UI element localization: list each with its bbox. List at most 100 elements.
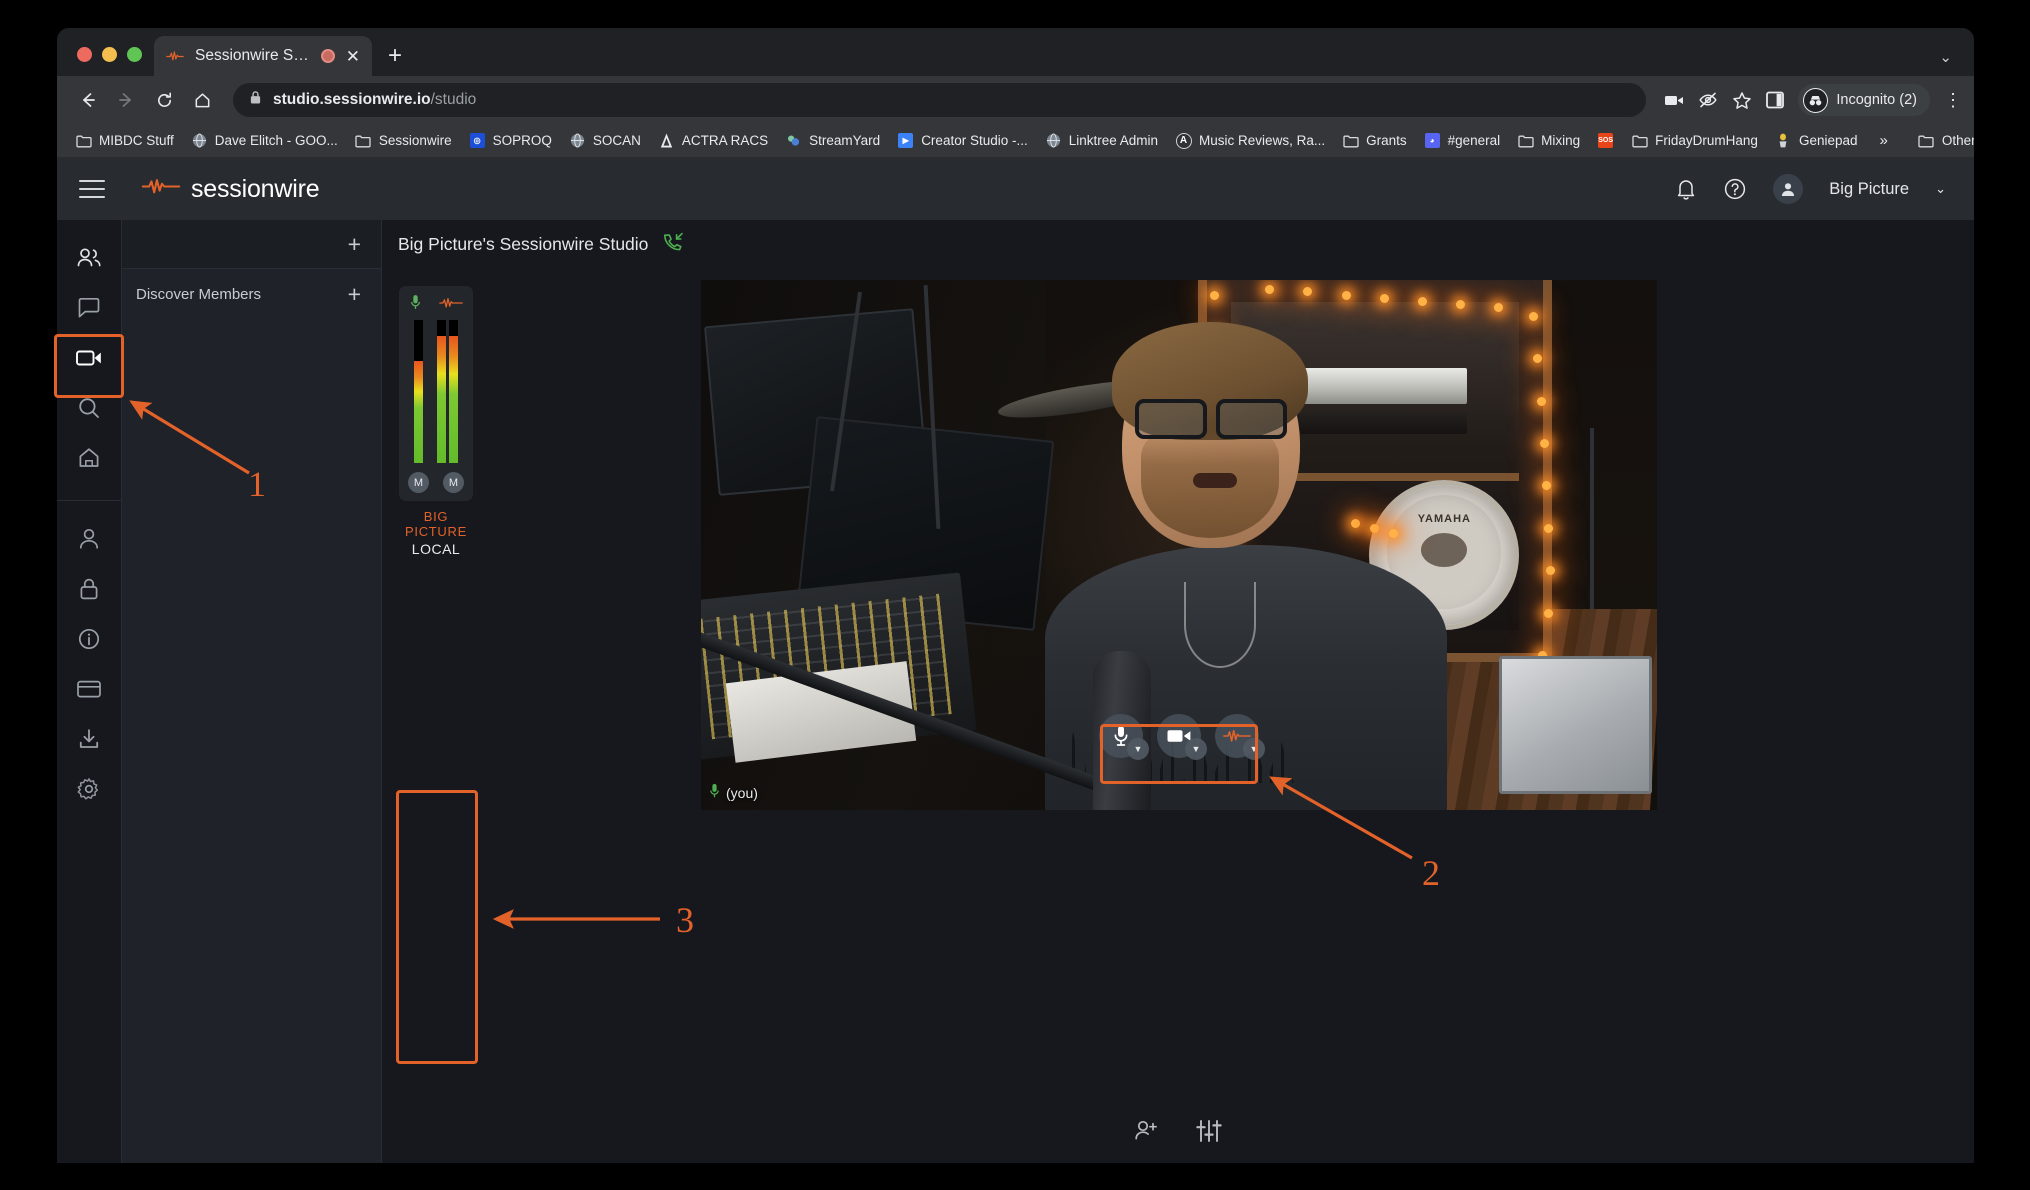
url-text: studio.sessionwire.io/studio xyxy=(273,91,476,109)
sidebar-item-billing[interactable] xyxy=(65,665,113,713)
bookmark-item[interactable]: Grants xyxy=(1334,128,1415,153)
bookmark-item[interactable]: StreamYard xyxy=(777,128,888,153)
chevron-down-icon[interactable]: ▼ xyxy=(1127,738,1149,760)
add-person-icon[interactable] xyxy=(1133,1119,1161,1148)
bookmark-label: #general xyxy=(1447,133,1501,148)
window-minimize-button[interactable] xyxy=(102,47,117,62)
members-panel: + Discover Members + xyxy=(122,220,382,1163)
bookmark-item[interactable]: SOCAN xyxy=(561,128,649,153)
meter-channel-wire xyxy=(437,320,458,463)
plus-icon[interactable]: + xyxy=(348,232,361,256)
sidebar-item-security[interactable] xyxy=(65,565,113,613)
bookmark-label: FridayDrumHang xyxy=(1655,133,1758,148)
necklace xyxy=(1183,582,1256,669)
close-icon[interactable]: ✕ xyxy=(346,48,360,65)
audio-meter-mutes: M M xyxy=(408,472,464,493)
sessionwire-audio-button[interactable]: ▼ xyxy=(1215,714,1265,760)
camera-video-icon[interactable] xyxy=(1664,93,1684,108)
star-icon[interactable] xyxy=(1732,91,1752,110)
bookmarks-bar: MIBDC Stuff Dave Elitch - GOO... Session… xyxy=(57,124,1974,158)
sidebar-item-video[interactable] xyxy=(65,334,113,382)
browser-tab-strip: Sessionwire Studio ✕ + ⌄ xyxy=(57,28,1974,76)
bookmark-item[interactable]: ◕ #general xyxy=(1416,128,1509,153)
window-maximize-button[interactable] xyxy=(127,47,142,62)
soproq-icon: ◎ xyxy=(469,132,486,149)
brand: sessionwire xyxy=(141,175,320,204)
discover-members-row[interactable]: Discover Members + xyxy=(122,269,381,319)
browser-tab[interactable]: Sessionwire Studio ✕ xyxy=(154,36,372,76)
globe-icon xyxy=(569,132,586,149)
bookmark-item[interactable]: ▶ Creator Studio -... xyxy=(889,128,1036,153)
allmusic-icon: A xyxy=(1175,132,1192,149)
bookmark-item[interactable]: FridayDrumHang xyxy=(1623,128,1766,153)
bookmark-label: Creator Studio -... xyxy=(921,133,1028,148)
user-name[interactable]: Big Picture xyxy=(1829,180,1909,199)
window-traffic-lights[interactable] xyxy=(71,47,154,76)
app-header: sessionwire Big Picture ⌄ xyxy=(57,158,1974,220)
chevron-double-right-icon[interactable]: » xyxy=(1868,132,1900,149)
person-glasses xyxy=(1135,399,1288,440)
chevron-down-icon[interactable]: ⌄ xyxy=(1935,181,1946,197)
help-circle-icon[interactable] xyxy=(1723,177,1747,201)
sidebar-item-info[interactable] xyxy=(65,615,113,663)
bookmark-item[interactable]: ACTRA RACS xyxy=(650,128,776,153)
sidebar-item-chat[interactable] xyxy=(65,284,113,332)
mute-button-mic[interactable]: M xyxy=(408,472,429,493)
sidebar-item-home[interactable] xyxy=(65,434,113,482)
bookmark-label: Grants xyxy=(1366,133,1407,148)
lock-icon xyxy=(249,90,262,110)
bookmark-label: Mixing xyxy=(1541,133,1581,148)
sliders-icon[interactable] xyxy=(1195,1118,1223,1149)
bookmark-item[interactable]: SOS xyxy=(1589,128,1622,153)
sidebar-item-profile[interactable] xyxy=(65,515,113,563)
bell-icon[interactable] xyxy=(1675,177,1697,201)
side-panel-icon[interactable] xyxy=(1766,91,1785,109)
bookmark-item[interactable]: Mixing xyxy=(1509,128,1588,153)
bookmark-item[interactable]: ◎ SOPROQ xyxy=(461,128,560,153)
sos-icon: SOS xyxy=(1597,132,1614,149)
window-close-button[interactable] xyxy=(77,47,92,62)
folder-icon xyxy=(355,132,372,149)
kebab-menu-icon[interactable]: ⋮ xyxy=(1944,91,1962,109)
mic-toggle-button[interactable]: ▼ xyxy=(1099,714,1149,760)
profile-chip[interactable]: Incognito (2) xyxy=(1798,84,1930,116)
home-icon[interactable] xyxy=(185,83,219,117)
other-bookmarks-button[interactable]: Other Bookmarks xyxy=(1910,128,1974,153)
hamburger-menu-icon[interactable] xyxy=(79,180,105,198)
bookmark-item[interactable]: MIBDC Stuff xyxy=(67,128,182,153)
browser-window: Sessionwire Studio ✕ + ⌄ studio.sessionw… xyxy=(57,28,1974,1163)
mute-button-wire[interactable]: M xyxy=(443,472,464,493)
actra-icon xyxy=(658,132,675,149)
camera-toggle-button[interactable]: ▼ xyxy=(1157,714,1207,760)
sidebar-item-search[interactable] xyxy=(65,384,113,432)
sidebar-item-settings[interactable] xyxy=(65,765,113,813)
sessionwire-app: sessionwire Big Picture ⌄ + Discover Mem… xyxy=(57,158,1974,1163)
reload-icon[interactable] xyxy=(147,83,181,117)
meter-sub-label: LOCAL xyxy=(411,541,461,557)
address-bar[interactable]: studio.sessionwire.io/studio xyxy=(233,83,1647,117)
bookmark-label: ACTRA RACS xyxy=(681,133,769,148)
back-arrow-icon[interactable] xyxy=(71,83,105,117)
video-tile[interactable]: YAMAHA (you) ▼ ▼ ▼ xyxy=(701,280,1657,810)
app-header-actions: Big Picture ⌄ xyxy=(1675,174,1946,204)
bookmark-item[interactable]: Sessionwire xyxy=(347,128,460,153)
new-tab-plus-icon[interactable]: + xyxy=(388,44,402,68)
chevron-down-icon[interactable]: ▼ xyxy=(1185,738,1207,760)
sidebar-item-downloads[interactable] xyxy=(65,715,113,763)
avatar[interactable] xyxy=(1773,174,1804,204)
eye-off-icon[interactable] xyxy=(1698,91,1718,109)
bookmark-item[interactable]: Geniepad xyxy=(1767,128,1866,153)
mic-icon xyxy=(709,783,720,802)
bookmark-item[interactable]: Linktree Admin xyxy=(1037,128,1166,153)
bookmark-item[interactable]: A Music Reviews, Ra... xyxy=(1167,128,1333,153)
you-badge: (you) xyxy=(709,783,758,802)
sidebar-item-people[interactable] xyxy=(65,234,113,282)
profile-label: Incognito (2) xyxy=(1836,92,1917,108)
bookmark-item[interactable]: Dave Elitch - GOO... xyxy=(183,128,346,153)
phone-incoming-icon[interactable] xyxy=(662,231,684,258)
icon-rail xyxy=(57,220,122,1163)
chevron-down-icon[interactable]: ⌄ xyxy=(1939,48,1952,66)
plus-icon[interactable]: + xyxy=(348,282,361,306)
mic-icon xyxy=(410,294,421,316)
chevron-down-icon[interactable]: ▼ xyxy=(1243,738,1265,760)
